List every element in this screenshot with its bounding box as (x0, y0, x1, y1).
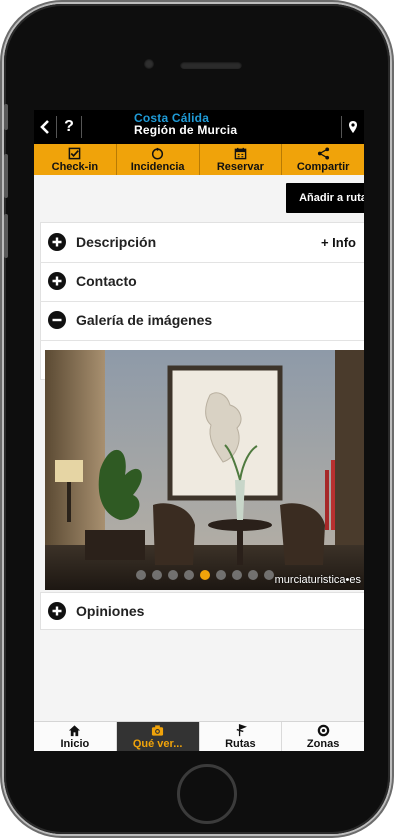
reservar-button[interactable]: Reservar (200, 144, 283, 175)
checkin-label: Check-in (51, 160, 99, 173)
gallery-dot[interactable] (232, 570, 242, 580)
location-button[interactable] (342, 110, 364, 144)
section-descripcion-label: Descripción (76, 234, 157, 250)
nav-que-ver[interactable]: Qué ver... (116, 722, 200, 751)
checkbox-icon (69, 147, 81, 159)
divider (40, 340, 364, 341)
incidencia-button[interactable]: Incidencia (117, 144, 200, 175)
nav-rutas[interactable]: Rutas (200, 722, 283, 751)
route-icon (236, 724, 247, 737)
gallery-dot[interactable] (200, 570, 210, 580)
section-galeria[interactable]: Galería de imágenes (40, 301, 364, 339)
checkin-button[interactable]: Check-in (34, 144, 117, 175)
section-opiniones-label: Opiniones (76, 603, 145, 619)
nav-inicio[interactable]: Inicio (34, 722, 117, 751)
interior-photo (45, 350, 364, 590)
gallery-watermark: murciaturistica•es (274, 574, 361, 586)
plus-circle-icon (48, 233, 66, 251)
more-info-link[interactable]: + Info (321, 235, 356, 250)
earpiece-speaker (180, 61, 242, 69)
section-opiniones[interactable]: Opiniones (40, 592, 364, 630)
mute-switch (4, 104, 8, 130)
gallery-dot[interactable] (264, 570, 274, 580)
plus-circle-icon (48, 272, 66, 290)
alert-circle-icon (152, 147, 164, 160)
calendar-icon (234, 147, 247, 159)
nav-inicio-label: Inicio (60, 738, 90, 750)
chevron-left-icon (40, 120, 49, 134)
home-button[interactable] (177, 764, 237, 824)
incidencia-label: Incidencia (130, 160, 185, 173)
volume-down-button (4, 214, 8, 258)
front-camera (144, 59, 154, 69)
phone-frame: ? Costa Cálida Región de Murcia Check-in… (4, 4, 390, 834)
camera-icon (152, 725, 164, 736)
plus-circle-icon (48, 602, 66, 620)
map-pin-icon (349, 121, 357, 133)
home-icon (69, 725, 81, 737)
nav-que-ver-label: Qué ver... (132, 738, 183, 750)
help-label: ? (64, 118, 74, 135)
compartir-button[interactable]: Compartir (282, 144, 364, 175)
back-button[interactable] (34, 110, 56, 144)
minus-circle-icon (48, 311, 66, 329)
divider (81, 116, 82, 138)
gallery-dot[interactable] (136, 570, 146, 580)
gallery-dot[interactable] (184, 570, 194, 580)
section-galeria-label: Galería de imágenes (76, 312, 213, 328)
nav-zonas[interactable]: Zonas (282, 722, 364, 751)
volume-up-button (4, 154, 8, 198)
brand-line2: Región de Murcia (134, 123, 238, 137)
gallery-dot[interactable] (216, 570, 226, 580)
bottom-nav: Inicio Qué ver... Rutas Zonas (34, 721, 364, 751)
section-contacto[interactable]: Contacto (40, 262, 364, 300)
app-screen: ? Costa Cálida Región de Murcia Check-in… (34, 110, 364, 751)
gallery-dot[interactable] (168, 570, 178, 580)
add-to-route-button[interactable]: Añadir a ruta (286, 183, 364, 213)
share-icon (317, 146, 329, 160)
gallery-dot[interactable] (248, 570, 258, 580)
location-icon (317, 724, 329, 737)
nav-rutas-label: Rutas (225, 738, 256, 750)
gallery-image[interactable]: murciaturistica•es (45, 350, 364, 590)
gallery-dot[interactable] (152, 570, 162, 580)
reservar-label: Reservar (216, 160, 264, 173)
top-bar: ? Costa Cálida Región de Murcia (34, 110, 364, 144)
section-contacto-label: Contacto (76, 273, 137, 289)
action-bar: Check-in Incidencia Reservar Compartir (34, 144, 364, 175)
nav-zonas-label: Zonas (306, 738, 340, 750)
compartir-label: Compartir (296, 160, 350, 173)
section-descripcion[interactable]: Descripción + Info (40, 223, 364, 261)
brand-logo: Costa Cálida Región de Murcia (134, 112, 237, 136)
help-button[interactable]: ? (57, 110, 81, 144)
